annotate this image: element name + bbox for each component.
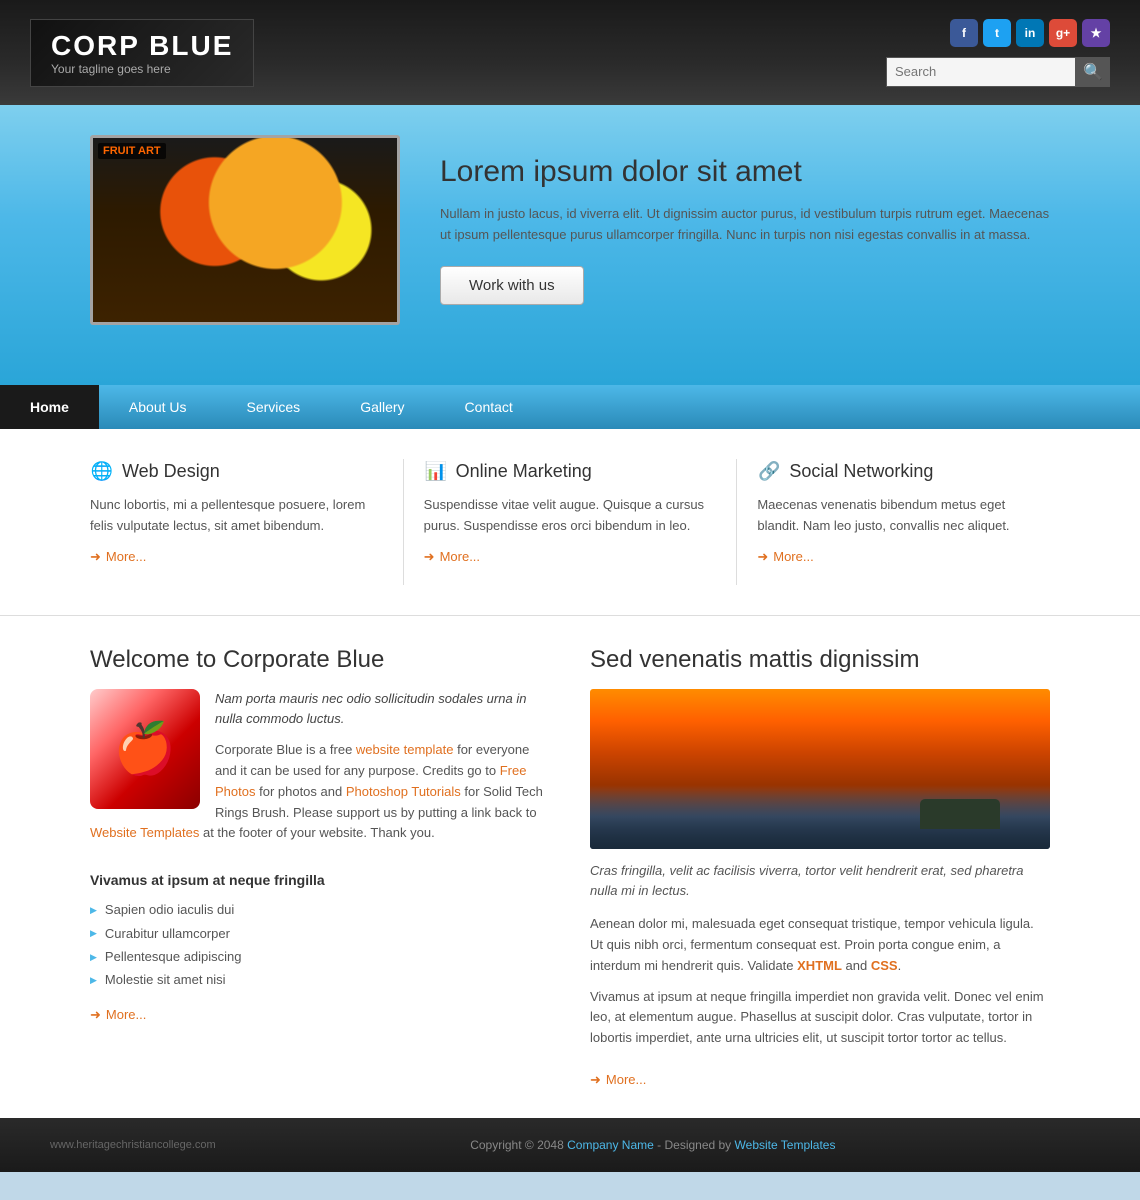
main-left-column: Welcome to Corporate Blue Nam porta maur… [90, 646, 550, 1088]
linkedin-icon[interactable]: in [1016, 19, 1044, 47]
social-networking-icon: 🔗 [757, 459, 781, 483]
hero-image-label: FRUIT ART [98, 143, 166, 159]
nav-item-services[interactable]: Services [217, 385, 331, 429]
service-online-marketing-label: Online Marketing [456, 461, 592, 482]
service-web-design-title: 🌐 Web Design [90, 459, 383, 483]
site-footer: www.heritagechristiancollege.com Copyrig… [0, 1118, 1140, 1172]
service-web-design-body: Nunc lobortis, mi a pellentesque posuere… [90, 495, 383, 537]
main-inner: Welcome to Corporate Blue Nam porta maur… [90, 646, 1050, 1088]
photoshop-tutorials-link[interactable]: Photoshop Tutorials [346, 784, 461, 799]
web-design-icon: 🌐 [90, 459, 114, 483]
bullet-list: Sapien odio iaculis dui Curabitur ullamc… [90, 898, 550, 992]
logo-tagline: Your tagline goes here [51, 62, 233, 76]
nav-item-contact[interactable]: Contact [435, 385, 543, 429]
google-icon[interactable]: g+ [1049, 19, 1077, 47]
services-inner: 🌐 Web Design Nunc lobortis, mi a pellent… [90, 459, 1050, 585]
services-section: 🌐 Web Design Nunc lobortis, mi a pellent… [0, 429, 1140, 615]
nav-item-home[interactable]: Home [0, 385, 99, 429]
hero-text: Lorem ipsum dolor sit amet Nullam in jus… [440, 155, 1050, 305]
welcome-content-block: Nam porta mauris nec odio sollicitudin s… [90, 689, 550, 853]
bullet-item-3: Pellentesque adipiscing [90, 945, 550, 968]
service-online-marketing-more[interactable]: More... [424, 549, 717, 565]
xhtml-link[interactable]: XHTML [797, 958, 842, 973]
online-marketing-icon: 📊 [424, 459, 448, 483]
twitter-icon[interactable]: t [983, 19, 1011, 47]
social-icons-bar: f t in g+ ★ [950, 19, 1110, 47]
service-web-design: 🌐 Web Design Nunc lobortis, mi a pellent… [90, 459, 404, 585]
hero-inner: FRUIT ART Lorem ipsum dolor sit amet Nul… [90, 135, 1050, 325]
facebook-icon[interactable]: f [950, 19, 978, 47]
website-templates-link[interactable]: Website Templates [90, 825, 199, 840]
service-web-design-more[interactable]: More... [90, 549, 383, 565]
service-online-marketing-body: Suspendisse vitae velit augue. Quisque a… [424, 495, 717, 537]
css-link[interactable]: CSS [871, 958, 898, 973]
sunset-image [590, 689, 1050, 849]
footer-by-text: - Designed by [654, 1138, 735, 1152]
logo-title: CORP BLUE [51, 30, 233, 62]
search-button[interactable]: 🔍 [1076, 57, 1110, 87]
logo: CORP BLUE Your tagline goes here [30, 19, 254, 87]
main-right-column: Sed venenatis mattis dignissim Cras frin… [590, 646, 1050, 1088]
hero-image-fruit [93, 138, 397, 322]
main-right-more[interactable]: More... [590, 1072, 1050, 1088]
nav-item-about[interactable]: About Us [99, 385, 217, 429]
right-para1: Aenean dolor mi, malesuada eget consequa… [590, 914, 1050, 976]
service-social-networking-title: 🔗 Social Networking [757, 459, 1050, 483]
main-left-more[interactable]: More... [90, 1007, 550, 1023]
main-content: Welcome to Corporate Blue Nam porta maur… [0, 615, 1140, 1118]
welcome-title: Welcome to Corporate Blue [90, 646, 550, 674]
search-input[interactable] [886, 57, 1076, 87]
sub-section-title: Vivamus at ipsum at neque fringilla [90, 872, 550, 888]
nav-item-gallery[interactable]: Gallery [330, 385, 434, 429]
footer-designer-link[interactable]: Website Templates [735, 1138, 836, 1152]
website-template-link[interactable]: website template [356, 742, 454, 757]
apple-image [90, 689, 200, 809]
hero-body: Nullam in justo lacus, id viverra elit. … [440, 204, 1050, 246]
right-italic-caption: Cras fringilla, velit ac facilisis viver… [590, 861, 1050, 903]
cta-button[interactable]: Work with us [440, 266, 584, 305]
hero-section: FRUIT ART Lorem ipsum dolor sit amet Nul… [0, 105, 1140, 385]
service-social-networking-more[interactable]: More... [757, 549, 1050, 565]
other-social-icon[interactable]: ★ [1082, 19, 1110, 47]
footer-copyright-pre: Copyright © 2048 [470, 1138, 567, 1152]
bullet-item-2: Curabitur ullamcorper [90, 922, 550, 945]
service-online-marketing: 📊 Online Marketing Suspendisse vitae vel… [404, 459, 738, 585]
footer-copyright: Copyright © 2048 Company Name - Designed… [470, 1138, 835, 1152]
service-social-networking-body: Maecenas venenatis bibendum metus eget b… [757, 495, 1050, 537]
header-right: f t in g+ ★ 🔍 [886, 19, 1110, 87]
hero-title: Lorem ipsum dolor sit amet [440, 155, 1050, 189]
footer-url: www.heritagechristiancollege.com [50, 1139, 216, 1151]
footer-company-link[interactable]: Company Name [567, 1138, 654, 1152]
search-bar: 🔍 [886, 57, 1110, 87]
service-social-networking: 🔗 Social Networking Maecenas venenatis b… [737, 459, 1050, 585]
main-nav: Home About Us Services Gallery Contact [0, 385, 1140, 429]
right-title: Sed venenatis mattis dignissim [590, 646, 1050, 674]
bullet-item-4: Molestie sit amet nisi [90, 968, 550, 991]
service-online-marketing-title: 📊 Online Marketing [424, 459, 717, 483]
hero-image: FRUIT ART [90, 135, 400, 325]
service-social-networking-label: Social Networking [789, 461, 933, 482]
service-web-design-label: Web Design [122, 461, 220, 482]
bullet-item-1: Sapien odio iaculis dui [90, 898, 550, 921]
site-header: CORP BLUE Your tagline goes here f t in … [0, 0, 1140, 105]
right-para2: Vivamus at ipsum at neque fringilla impe… [590, 987, 1050, 1049]
